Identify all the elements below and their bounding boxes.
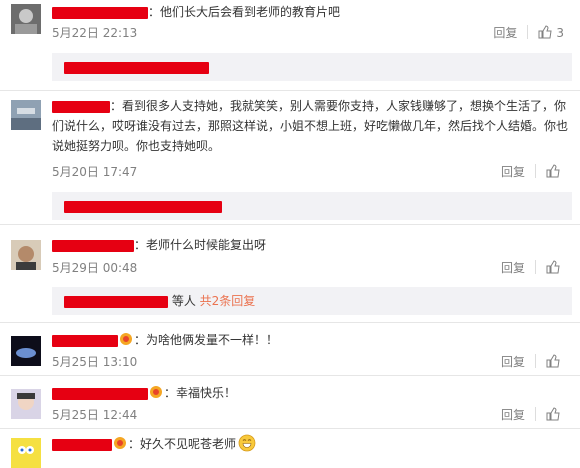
comment-time: 5月25日 12:44 — [52, 408, 138, 422]
reply-button[interactable]: 回复 — [501, 162, 525, 182]
thumbs-up-icon — [546, 260, 560, 274]
comment-time: 5月29日 00:48 — [52, 261, 138, 275]
comment-item: ：他们长大后会看到老师的教育片吧 5月22日 22:13 回复 3 — [0, 0, 580, 90]
avatar[interactable] — [11, 240, 41, 270]
reply-count-link[interactable]: 共2条回复 — [200, 294, 256, 308]
comment-actions: 回复 — [487, 405, 564, 425]
like-button[interactable] — [546, 352, 564, 372]
comment-body: ：看到很多人支持她，我就笑笑，别人需要你支持，人家钱赚够了，想换个生活了，你们说… — [52, 96, 572, 156]
comment-time: 5月25日 13:10 — [52, 355, 138, 369]
thumbs-up-icon — [546, 354, 560, 368]
username[interactable] — [52, 2, 148, 22]
reply-button[interactable]: 回复 — [493, 23, 517, 43]
grinning-emoji-icon — [238, 434, 256, 452]
reply-preview[interactable] — [52, 192, 572, 220]
like-count: 3 — [556, 26, 564, 40]
comment-item: ：好久不见呢苍老师 — [0, 428, 580, 468]
comment-text: ：他们长大后会看到老师的教育片吧 — [148, 5, 341, 19]
username[interactable] — [52, 235, 134, 255]
divider-line — [535, 354, 536, 368]
divider-line — [535, 260, 536, 274]
comment-body: ：老师什么时候能复出呀 — [52, 235, 572, 255]
comment-text: ：幸福快乐！ — [164, 386, 237, 400]
comment-meta: 5月25日 12:44 回复 — [52, 405, 572, 425]
reply-button[interactable]: 回复 — [501, 352, 525, 372]
avatar[interactable] — [11, 4, 41, 34]
username[interactable] — [52, 96, 110, 116]
comment-meta: 5月25日 13:10 回复 — [52, 352, 572, 372]
comment-actions: 回复 — [487, 162, 564, 182]
comment-text: ：老师什么时候能复出呀 — [134, 238, 267, 252]
avatar[interactable] — [11, 389, 41, 419]
comment-text: ：为啥他俩发量不一样！！ — [134, 333, 279, 347]
vip-badge-icon — [120, 333, 132, 345]
comment-time: 5月20日 17:47 — [52, 165, 138, 179]
vip-badge-icon — [114, 437, 126, 449]
vip-badge-icon — [150, 386, 162, 398]
like-button[interactable] — [546, 258, 564, 278]
comment-body: ：幸福快乐！ — [52, 383, 572, 403]
avatar[interactable] — [11, 336, 41, 366]
thumbs-up-icon — [538, 25, 552, 39]
username[interactable] — [52, 383, 148, 403]
comment-actions: 回复 — [487, 258, 564, 278]
comment-body: ：好久不见呢苍老师 — [52, 434, 572, 454]
comment-actions: 回复 — [487, 352, 564, 372]
reply-button[interactable]: 回复 — [501, 405, 525, 425]
like-button[interactable] — [546, 405, 564, 425]
comment-meta: 5月20日 17:47 回复 — [52, 162, 572, 182]
comment-body: ：为啥他俩发量不一样！！ — [52, 330, 572, 350]
avatar[interactable] — [11, 438, 41, 468]
comment-item: ：为啥他俩发量不一样！！ 5月25日 13:10 回复 — [0, 322, 580, 374]
comment-body: ：他们长大后会看到老师的教育片吧 — [52, 2, 572, 22]
comment-time: 5月22日 22:13 — [52, 26, 138, 40]
divider-line — [527, 25, 529, 39]
like-button[interactable] — [546, 162, 564, 182]
like-button[interactable]: 3 — [538, 23, 564, 43]
reply-button[interactable]: 回复 — [501, 258, 525, 278]
reply-preview[interactable] — [52, 53, 572, 81]
avatar[interactable] — [11, 100, 41, 130]
comment-meta: 5月29日 00:48 回复 — [52, 258, 572, 278]
comment-actions: 回复 3 — [479, 23, 564, 43]
thumbs-up-icon — [546, 164, 560, 178]
comment-meta: 5月22日 22:13 回复 3 — [52, 23, 572, 43]
comment-text: ：看到很多人支持她，我就笑笑，别人需要你支持，人家钱赚够了，想换个生活了，你们说… — [52, 99, 569, 153]
comment-item: ：幸福快乐！ 5月25日 12:44 回复 — [0, 375, 580, 427]
comment-text: ：好久不见呢苍老师 — [128, 437, 237, 451]
username[interactable] — [52, 330, 118, 350]
comment-item: ：老师什么时候能复出呀 5月29日 00:48 回复 等人 共2条回复 — [0, 224, 580, 320]
username[interactable] — [52, 434, 112, 454]
divider-line — [535, 164, 536, 178]
thumbs-up-icon — [546, 407, 560, 421]
reply-suffix: 等人 — [171, 294, 196, 308]
comment-item: ：看到很多人支持她，我就笑笑，别人需要你支持，人家钱赚够了，想换个生活了，你们说… — [0, 90, 580, 222]
reply-preview[interactable]: 等人 共2条回复 — [52, 287, 572, 315]
divider-line — [535, 407, 536, 421]
